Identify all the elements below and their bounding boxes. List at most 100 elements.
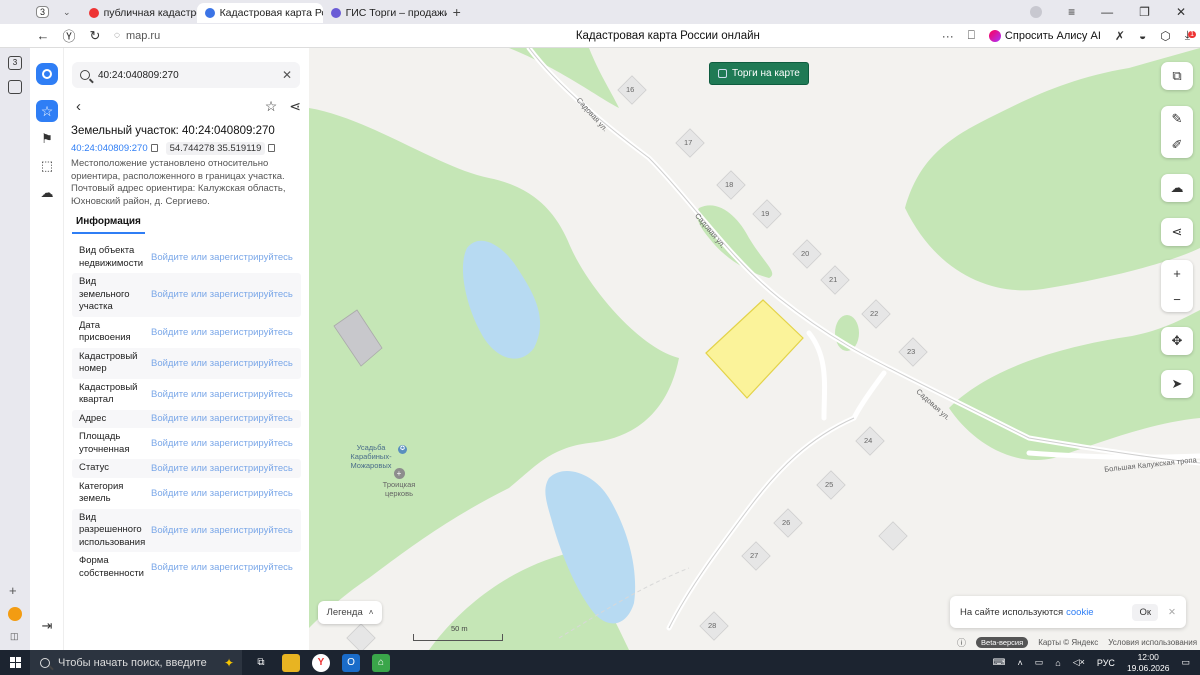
back-icon[interactable]: ← <box>30 28 56 43</box>
terms-link[interactable]: Условия использования <box>1108 638 1197 647</box>
house-number[interactable]: 23 <box>907 347 915 356</box>
cloud-icon[interactable]: ☁ <box>39 185 55 201</box>
notifications-icon[interactable]: ▭ <box>1181 657 1190 668</box>
screenshot-icon[interactable] <box>8 80 22 94</box>
tab-public-cadastral[interactable]: публичная кадастровая к <box>81 3 197 23</box>
move-icon[interactable]: ✥ <box>1172 333 1183 349</box>
back-arrow-icon[interactable]: ‹ <box>76 98 81 115</box>
house-number[interactable]: 19 <box>761 209 769 218</box>
login-link[interactable]: Войдите или зарегистрируйтесь <box>144 358 301 369</box>
edit-icon[interactable]: ✐ <box>1172 137 1183 153</box>
tray-chevron-icon[interactable]: ˄ <box>1018 658 1023 668</box>
search-input[interactable]: 40:24:040809:270 <box>98 70 274 81</box>
login-link[interactable]: Войдите или зарегистрируйтесь <box>144 525 301 536</box>
layers-icon[interactable]: ⧉ <box>1172 68 1181 84</box>
favorites-icon[interactable]: ☆ <box>36 100 58 122</box>
login-link[interactable]: Войдите или зарегистрируйтесь <box>144 562 301 573</box>
yandex-copyright[interactable]: Карты © Яндекс <box>1038 638 1098 647</box>
login-link[interactable]: Войдите или зарегистрируйтесь <box>144 413 301 424</box>
house-number[interactable]: 17 <box>684 138 692 147</box>
new-tab-button[interactable]: + <box>447 4 467 20</box>
login-link[interactable]: Войдите или зарегистрируйтесь <box>144 252 301 263</box>
zoom-out-button[interactable]: − <box>1173 292 1181 307</box>
minimize-button[interactable]: — <box>1101 5 1113 19</box>
share-map-icon[interactable]: ⋖ <box>1172 224 1183 240</box>
extension-icon[interactable]: ✗ <box>1115 29 1125 43</box>
sidebar-app-icon[interactable] <box>8 607 22 621</box>
bookmarks-menu-icon[interactable]: ≡ <box>1068 5 1075 19</box>
map-canvas[interactable]: Садовая ул. Садовая ул. Садовая ул. Боль… <box>309 48 1200 650</box>
ruler-icon[interactable]: ✎ <box>1172 111 1183 127</box>
login-link[interactable]: Войдите или зарегистрируйтесь <box>144 289 301 300</box>
task-view-icon[interactable]: ⧉ <box>252 654 270 672</box>
house-number[interactable]: 27 <box>750 551 758 560</box>
cookie-link[interactable]: cookie <box>1066 607 1093 618</box>
legend-button[interactable]: Легенда ˄ <box>318 601 382 624</box>
poi-church[interactable]: + Троицкая церковь <box>379 468 419 498</box>
house-number[interactable]: 16 <box>626 85 634 94</box>
login-link[interactable]: Войдите или зарегистрируйтесь <box>144 488 301 499</box>
house-number[interactable]: 28 <box>708 621 716 630</box>
house-number[interactable]: 26 <box>782 518 790 527</box>
search-box[interactable]: 40:24:040809:270 ✕ <box>72 62 300 88</box>
cadastral-number-link[interactable]: 40:24:040809:270 <box>71 143 158 154</box>
layers-control[interactable]: ⧉ <box>1161 62 1193 90</box>
close-window-button[interactable]: ✕ <box>1176 5 1186 19</box>
file-explorer-icon[interactable] <box>282 653 300 672</box>
house-number[interactable]: 20 <box>801 249 809 258</box>
geolocation-icon[interactable]: ➤ <box>1172 376 1183 392</box>
coordinates-chip[interactable]: 54.744278 35.519119 <box>165 142 276 155</box>
more-icon[interactable]: ··· <box>942 29 954 43</box>
add-panel-icon[interactable]: + <box>9 583 17 598</box>
routes-icon[interactable]: ⚑ <box>39 131 55 147</box>
ask-alice-button[interactable]: Спросить Алису AI <box>988 29 1101 42</box>
favorite-star-icon[interactable]: ☆ <box>265 98 278 115</box>
outlook-icon[interactable]: O <box>342 653 360 672</box>
tray-volume-icon[interactable]: ◁× <box>1073 657 1085 668</box>
language-indicator[interactable]: РУС <box>1097 658 1115 668</box>
info-icon[interactable]: ⓘ <box>957 636 966 649</box>
torgi-checkbox[interactable] <box>718 69 727 78</box>
tabs-count-icon[interactable]: 3 <box>8 56 22 70</box>
reload-icon[interactable]: ↻ <box>82 28 108 44</box>
copilot-icon[interactable]: ✦ <box>224 656 234 670</box>
site-logo-icon[interactable] <box>36 63 58 85</box>
tray-folder-icon[interactable]: ▭ <box>1035 657 1044 668</box>
tray-keyboard-icon[interactable]: ⌨ <box>993 657 1006 668</box>
extensions-puzzle-icon[interactable]: ⬡ <box>1160 29 1170 43</box>
tab-gis-torgi[interactable]: ГИС Торги – продажи гос <box>323 3 447 23</box>
share-icon[interactable]: ⋖ <box>289 98 301 115</box>
login-link[interactable]: Войдите или зарегистрируйтесь <box>144 327 301 338</box>
maximize-button[interactable]: ❐ <box>1139 5 1150 19</box>
house-number[interactable]: 22 <box>870 309 878 318</box>
cookie-close-icon[interactable]: ✕ <box>1168 607 1176 618</box>
house-number[interactable]: 25 <box>825 480 833 489</box>
login-link[interactable]: Войдите или зарегистрируйтесь <box>144 463 301 474</box>
chevron-down-icon[interactable]: ⌄ <box>63 7 71 18</box>
clock[interactable]: 12:00 19.06.2026 <box>1127 652 1170 674</box>
login-link[interactable]: Войдите или зарегистрируйтесь <box>144 389 301 400</box>
collapse-sidebar-icon[interactable]: ◫ <box>10 631 19 642</box>
site-info-icon[interactable]: ◌ <box>114 30 120 41</box>
select-area-icon[interactable]: ⬚ <box>39 158 55 174</box>
tray-network-icon[interactable]: ⌂ <box>1055 658 1060 668</box>
copy-icon[interactable] <box>150 144 158 152</box>
clear-search-icon[interactable]: ✕ <box>282 68 292 82</box>
tab-information[interactable]: Информация <box>72 216 145 234</box>
bookmark-icon[interactable]: ⎕ <box>968 28 975 43</box>
url-field[interactable]: ◌ map.ru <box>114 30 394 42</box>
house-number[interactable]: 21 <box>829 275 837 284</box>
tab-cadastral-map[interactable]: Кадастровая карта Рос ✕ <box>196 3 323 23</box>
home-app-icon[interactable]: ⌂ <box>372 653 390 672</box>
yandex-browser-icon[interactable]: Y <box>312 653 330 672</box>
login-icon[interactable]: ⇥ <box>39 618 55 634</box>
copy-icon[interactable] <box>268 144 276 152</box>
start-button[interactable] <box>0 650 30 675</box>
vpn-icon[interactable]: ◒ <box>1139 29 1146 43</box>
house-number[interactable]: 24 <box>864 436 872 445</box>
login-link[interactable]: Войдите или зарегистрируйтесь <box>144 438 301 449</box>
pan-control[interactable]: ✥ <box>1161 327 1193 355</box>
taskbar-search[interactable]: Чтобы начать поиск, введите ✦ <box>30 650 242 675</box>
upload-control[interactable]: ☁ <box>1161 174 1193 202</box>
house-number[interactable]: 18 <box>725 180 733 189</box>
